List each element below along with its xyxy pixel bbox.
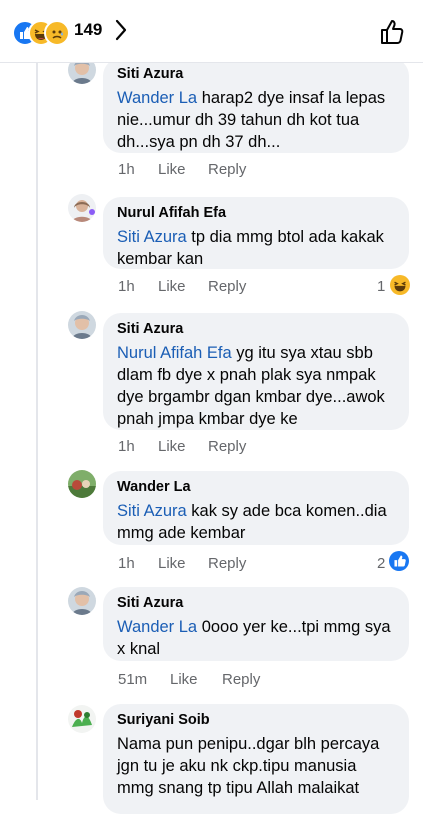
like-icon [389, 551, 409, 571]
mention-link[interactable]: Siti Azura [117, 502, 187, 520]
comment-author[interactable]: Nurul Afifah Efa [117, 205, 395, 221]
like-button[interactable]: Like [158, 555, 186, 572]
reactions-header: 149 [0, 0, 423, 63]
reply-button[interactable]: Reply [208, 555, 246, 572]
comment-reaction-count[interactable]: 2 [377, 555, 385, 572]
like-button[interactable]: Like [158, 438, 186, 455]
comment-reaction-count[interactable]: 1 [377, 278, 385, 295]
like-post-button[interactable] [378, 18, 406, 51]
comment-author[interactable]: Siti Azura [117, 321, 395, 337]
like-button[interactable]: Like [158, 161, 186, 178]
thread-line [36, 0, 38, 800]
reaction-count[interactable]: 149 [74, 20, 102, 40]
comment-bubble[interactable]: Siti Azura Wander La 0ooo yer ke...tpi m… [103, 587, 409, 661]
like-button[interactable]: Like [158, 278, 186, 295]
comment-author[interactable]: Siti Azura [117, 595, 395, 611]
avatar[interactable] [68, 587, 96, 615]
reply-button[interactable]: Reply [222, 671, 260, 688]
comment-time[interactable]: 1h [118, 438, 135, 455]
reply-button[interactable]: Reply [208, 278, 246, 295]
avatar[interactable] [68, 470, 96, 498]
comment-text: Siti Azura kak sy ade bca komen..dia mmg… [117, 502, 387, 542]
comment-time[interactable]: 1h [118, 278, 135, 295]
mention-link[interactable]: Wander La [117, 89, 197, 107]
comment-bubble[interactable]: Wander La Siti Azura kak sy ade bca kome… [103, 471, 409, 545]
comment-author[interactable]: Siti Azura [117, 66, 395, 82]
mention-link[interactable]: Wander La [117, 618, 197, 636]
reply-button[interactable]: Reply [208, 161, 246, 178]
comment-text: Siti Azura tp dia mmg btol ada kakak kem… [117, 228, 384, 268]
mention-link[interactable]: Nurul Afifah Efa [117, 344, 232, 362]
comment-text: Nurul Afifah Efa yg itu sya xtau sbb dla… [117, 344, 385, 428]
reply-button[interactable]: Reply [208, 438, 246, 455]
comment-time[interactable]: 1h [118, 161, 135, 178]
comment-bubble[interactable]: Nurul Afifah Efa Siti Azura tp dia mmg b… [103, 197, 409, 269]
haha-icon [390, 275, 410, 295]
comment-text: Nama pun penipu..dgar blh percaya jgn tu… [117, 735, 380, 797]
comment-bubble[interactable]: Siti Azura Wander La harap2 dye insaf la… [103, 58, 409, 153]
avatar[interactable] [68, 194, 96, 222]
comment-author[interactable]: Wander La [117, 479, 395, 495]
mention-link[interactable]: Siti Azura [117, 228, 187, 246]
comment-text: Wander La 0ooo yer ke...tpi mmg sya x kn… [117, 618, 391, 658]
avatar[interactable] [68, 705, 96, 733]
like-button[interactable]: Like [170, 671, 198, 688]
avatar[interactable] [68, 311, 96, 339]
chevron-right-icon[interactable] [114, 18, 128, 47]
comment-bubble[interactable]: Suriyani Soib Nama pun penipu..dgar blh … [103, 704, 409, 814]
comment-bubble[interactable]: Siti Azura Nurul Afifah Efa yg itu sya x… [103, 313, 409, 430]
comment-text: Wander La harap2 dye insaf la lepas nie.… [117, 89, 386, 151]
comment-author[interactable]: Suriyani Soib [117, 712, 395, 728]
comment-time[interactable]: 51m [118, 671, 147, 688]
sad-icon [44, 20, 70, 46]
comment-time[interactable]: 1h [118, 555, 135, 572]
